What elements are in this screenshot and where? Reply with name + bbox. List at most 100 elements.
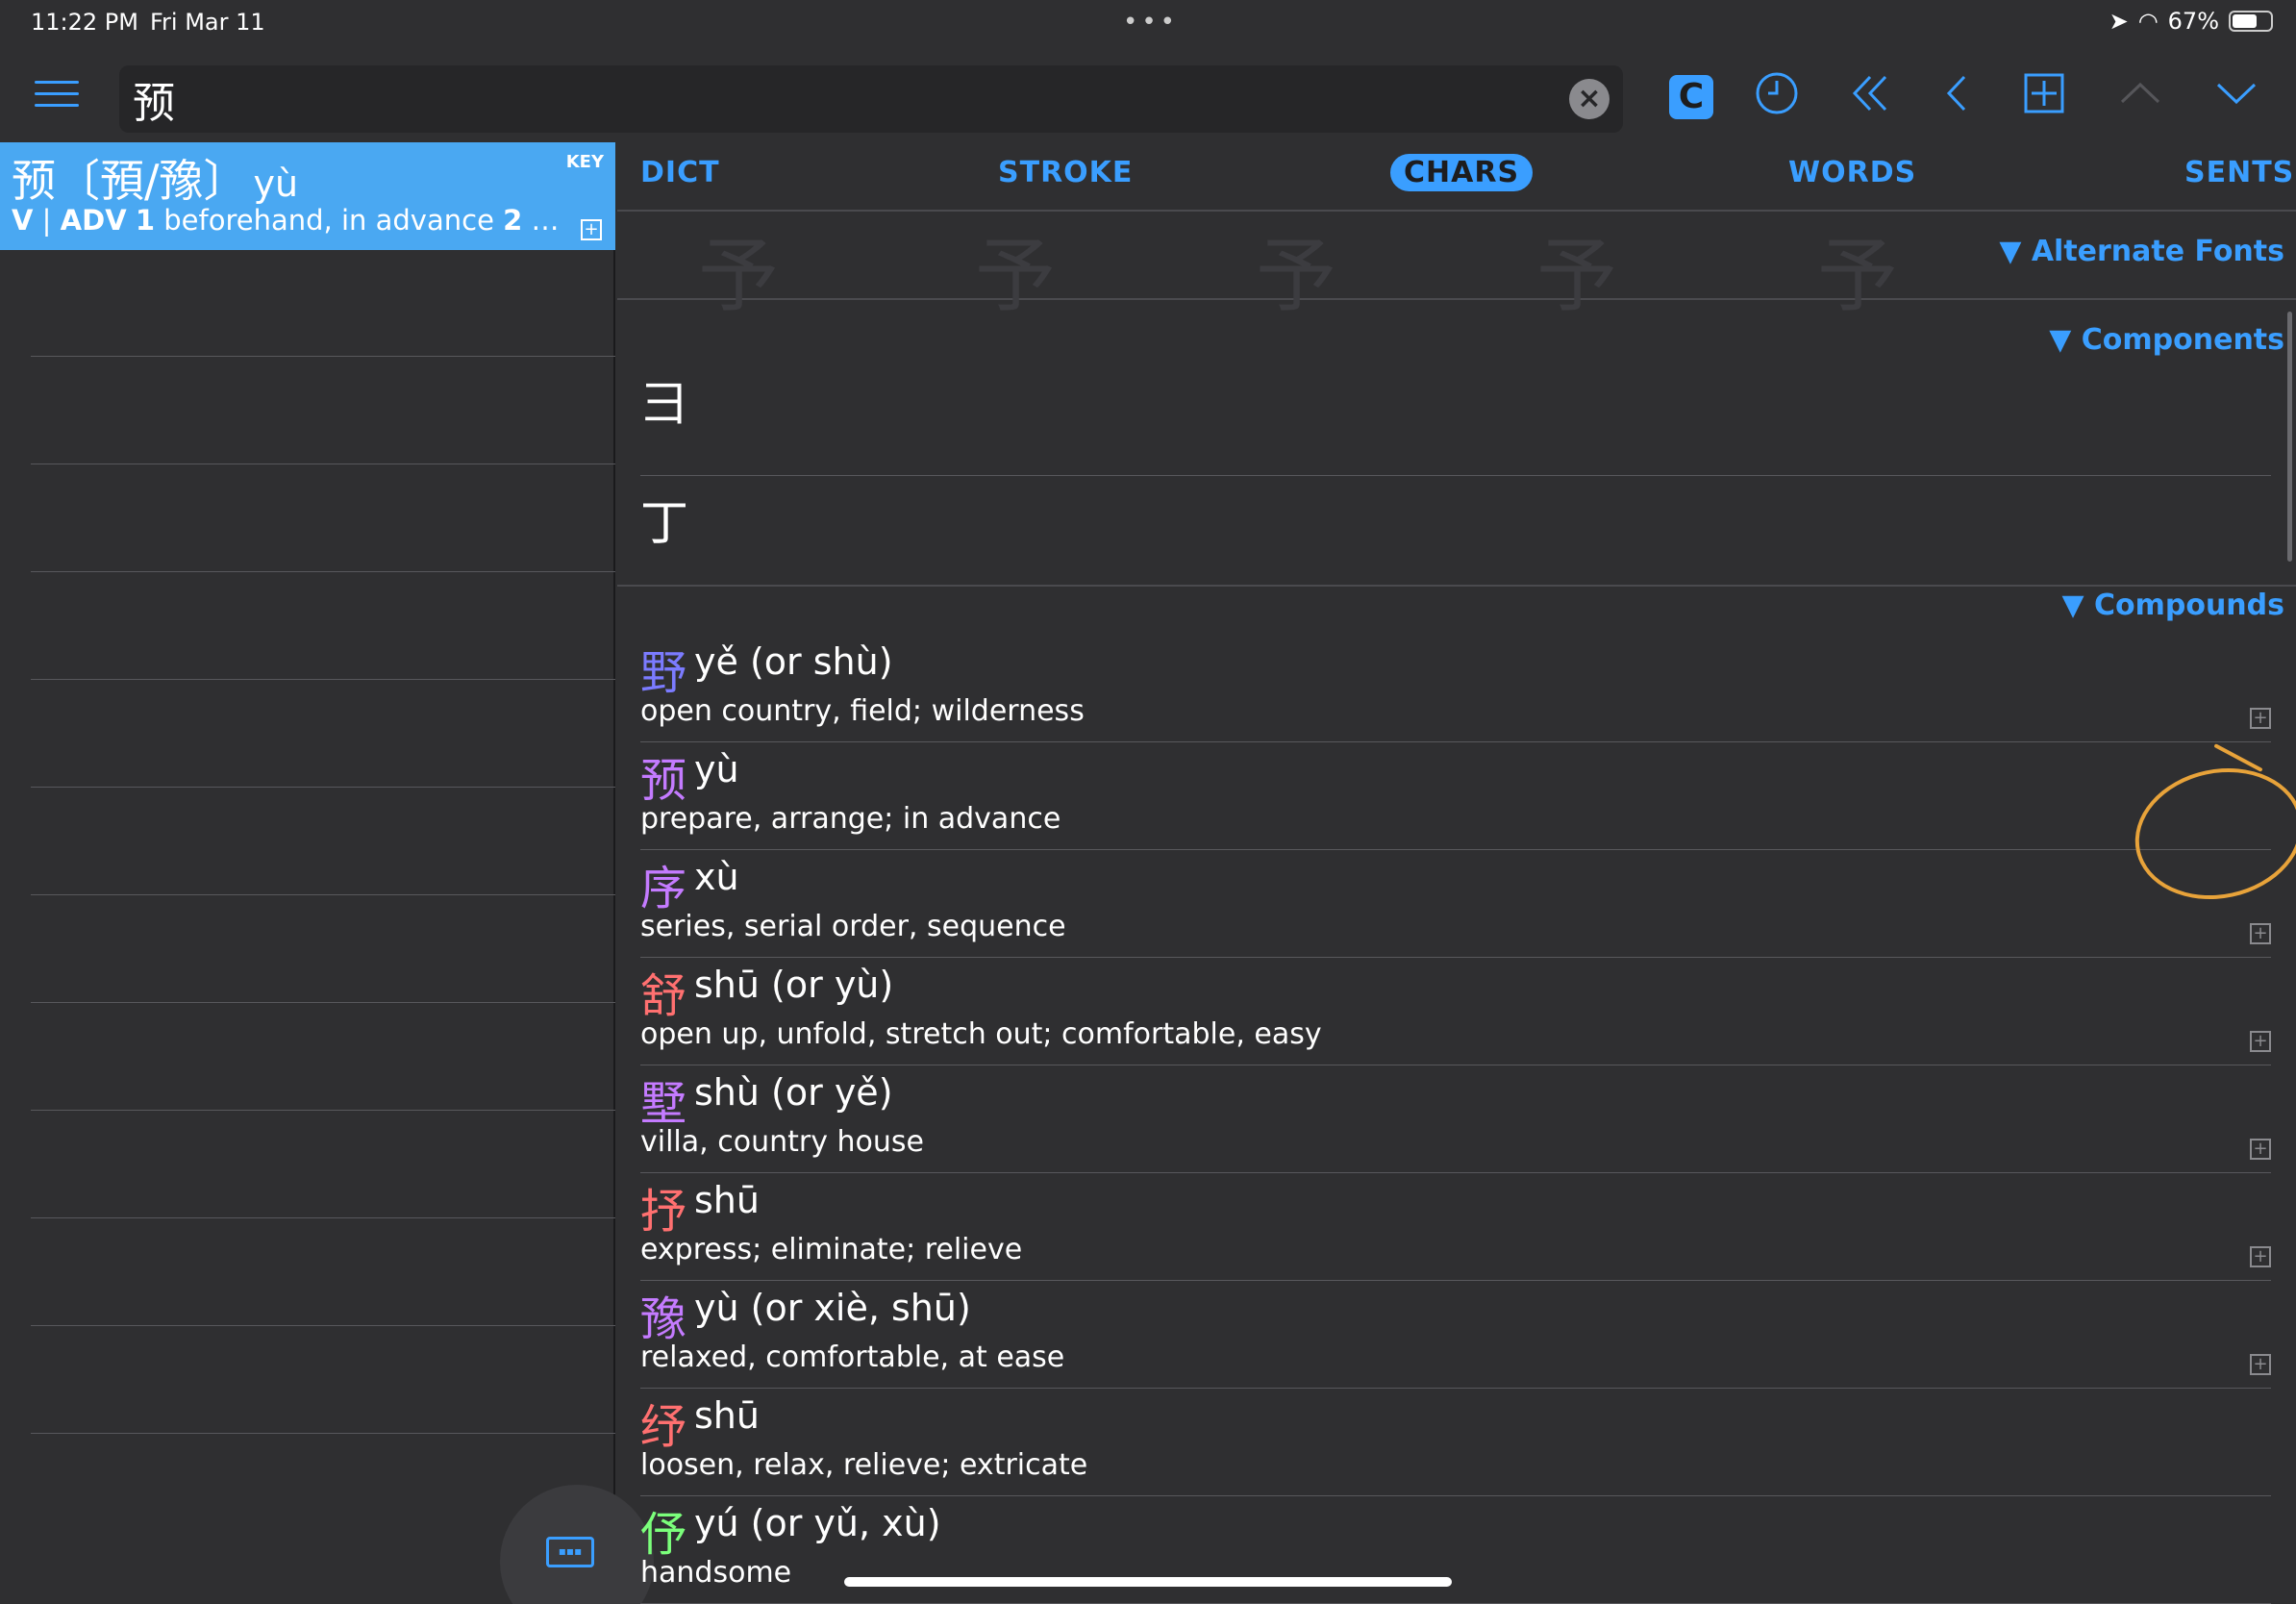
entry-pinyin: yù xyxy=(253,163,299,205)
entry-add-icon[interactable]: + xyxy=(581,219,602,240)
compound-pinyin: yù xyxy=(694,748,739,790)
compound-pinyin: shū xyxy=(694,1394,760,1437)
clipboard-c-button[interactable]: C xyxy=(1669,75,1713,119)
entry-def2: part… xyxy=(531,204,560,237)
wifi-icon: ◠ xyxy=(2137,8,2159,35)
tab-stroke[interactable]: STROKE xyxy=(998,156,1133,189)
compound-pinyin: yě (or shù) xyxy=(694,640,893,683)
empty-row-divider xyxy=(31,1110,615,1111)
add-flashcard-icon[interactable] xyxy=(2017,71,2071,125)
compound-definition: relaxed, comfortable, at ease xyxy=(640,1341,1065,1374)
compound-add-icon[interactable]: + xyxy=(2250,1246,2271,1267)
tab-bar: DICT STROKE CHARS WORDS SENTS xyxy=(617,142,2296,212)
menu-icon[interactable] xyxy=(35,81,79,115)
components-section: ▼ Components ⺕ 丁 xyxy=(617,302,2296,587)
compound-hanzi: 纾 xyxy=(640,1400,687,1454)
compound-item[interactable]: 伃 yú (or yǔ, xù) handsome xyxy=(640,1496,2271,1604)
empty-row-divider xyxy=(31,1325,615,1326)
compound-definition: handsome xyxy=(640,1556,792,1590)
compound-item[interactable]: 豫 yù (or xiè, shū) relaxed, comfortable,… xyxy=(640,1281,2271,1389)
compound-hanzi: 墅 xyxy=(640,1077,687,1131)
status-time: 11:22 PM xyxy=(31,9,138,36)
empty-row-divider xyxy=(31,787,615,788)
compound-pinyin: shù (or yě) xyxy=(694,1071,893,1114)
component-item[interactable]: ⺕ xyxy=(640,365,688,435)
compound-add-icon[interactable]: + xyxy=(2250,1354,2271,1375)
compound-pinyin: yú (or yǔ, xù) xyxy=(694,1502,941,1544)
entry-pos2: ADV xyxy=(60,204,127,237)
compounds-toggle[interactable]: ▼ Compounds xyxy=(2061,589,2284,622)
status-date: Fri Mar 11 xyxy=(150,9,265,36)
scrollbar[interactable] xyxy=(2287,312,2292,562)
empty-row-divider xyxy=(31,894,615,895)
status-right: ➤ ◠ 67% xyxy=(2109,8,2273,35)
empty-row-divider xyxy=(31,356,615,357)
compound-add-icon[interactable]: + xyxy=(2250,708,2271,729)
compound-item[interactable]: 野 yě (or shù) open country, field; wilde… xyxy=(640,635,2271,742)
compound-pinyin: shū (or yù) xyxy=(694,964,894,1006)
compound-hanzi: 抒 xyxy=(640,1185,687,1239)
clock-icon xyxy=(1756,72,1798,114)
compound-item[interactable]: 纾 shū loosen, relax, relieve; extricate xyxy=(640,1389,2271,1496)
chevron-down-icon[interactable] xyxy=(2209,71,2263,125)
chevron-up-icon[interactable] xyxy=(2113,71,2167,125)
compound-definition: express; eliminate; relieve xyxy=(640,1233,1023,1266)
compound-item[interactable]: 抒 shū express; eliminate; relieve + xyxy=(640,1173,2271,1281)
empty-row-divider xyxy=(31,571,615,572)
history-clock-icon[interactable] xyxy=(1750,71,1804,125)
compound-definition: prepare, arrange; in advance xyxy=(640,802,1061,836)
entry-key-badge: KEY xyxy=(565,152,604,172)
compound-pinyin: xù xyxy=(694,856,739,898)
entry-definition: V | ADV 1 beforehand, in advance 2 part… xyxy=(12,204,560,237)
toolbar: × C xyxy=(0,58,2296,140)
empty-row-divider xyxy=(31,679,615,680)
tab-dict[interactable]: DICT xyxy=(640,156,720,189)
location-icon: ➤ xyxy=(2109,8,2129,35)
compounds-section: ▼ Compounds 野 yě (or shù) open country, … xyxy=(617,589,2296,1604)
empty-row-divider xyxy=(31,1002,615,1003)
double-chevron-left-icon[interactable] xyxy=(1844,71,1898,125)
detail-pane: DICT STROKE CHARS WORDS SENTS 予 予 予 予 予 … xyxy=(617,142,2296,1604)
compound-hanzi: 豫 xyxy=(640,1292,687,1346)
alternate-fonts-toggle[interactable]: ▼ Alternate Fonts xyxy=(1999,235,2284,268)
compound-definition: loosen, relax, relieve; extricate xyxy=(640,1448,1088,1482)
tab-sents[interactable]: SENTS xyxy=(2184,156,2294,189)
chevron-left-icon[interactable] xyxy=(1931,71,1984,125)
compound-item[interactable]: 墅 shù (or yě) villa, country house + xyxy=(640,1065,2271,1173)
compound-item[interactable]: 预 yù prepare, arrange; in advance xyxy=(640,742,2271,850)
search-box[interactable]: × xyxy=(119,65,1623,133)
entry-def1: beforehand, in advance xyxy=(163,204,494,237)
compound-hanzi: 伃 xyxy=(640,1508,687,1562)
multitasking-dots-icon[interactable]: ••• xyxy=(1123,8,1179,37)
compound-hanzi: 野 xyxy=(640,646,687,700)
compound-add-icon[interactable]: + xyxy=(2250,1031,2271,1052)
compound-definition: open up, unfold, stretch out; comfortabl… xyxy=(640,1017,1322,1051)
compound-add-icon[interactable]: + xyxy=(2250,1139,2271,1160)
compound-item[interactable]: 序 xù series, serial order, sequence + xyxy=(640,850,2271,958)
component-item[interactable]: 丁 xyxy=(640,485,688,554)
compound-hanzi: 序 xyxy=(640,862,687,915)
components-toggle[interactable]: ▼ Components xyxy=(2049,323,2284,357)
entry-num2: 2 xyxy=(503,204,523,237)
search-input[interactable] xyxy=(133,73,1556,125)
home-indicator[interactable] xyxy=(844,1577,1452,1587)
compound-definition: villa, country house xyxy=(640,1125,924,1159)
entry-hanzi: 预〔預/豫〕 xyxy=(12,155,248,207)
tab-chars[interactable]: CHARS xyxy=(1390,154,1534,191)
empty-row-divider xyxy=(31,1217,615,1218)
compound-definition: series, serial order, sequence xyxy=(640,910,1066,943)
result-entry-selected[interactable]: 预〔預/豫〕 yù KEY V | ADV 1 beforehand, in ad… xyxy=(0,142,615,250)
compound-item[interactable]: 舒 shū (or yù) open up, unfold, stretch o… xyxy=(640,958,2271,1065)
empty-row-divider xyxy=(31,1433,615,1434)
tab-words[interactable]: WORDS xyxy=(1788,156,1916,189)
compound-pinyin: yù (or xiè, shū) xyxy=(694,1287,971,1329)
clear-search-icon[interactable]: × xyxy=(1569,79,1610,119)
compound-definition: open country, field; wilderness xyxy=(640,694,1085,728)
component-divider xyxy=(640,475,2271,476)
compound-add-icon[interactable]: + xyxy=(2250,923,2271,944)
battery-icon xyxy=(2229,11,2273,32)
status-bar: 11:22 PM Fri Mar 11 ••• ➤ ◠ 67% xyxy=(0,0,2296,48)
battery-fill xyxy=(2233,14,2258,28)
compound-hanzi: 预 xyxy=(640,754,687,808)
keyboard-icon: ▪▪▪ xyxy=(546,1537,594,1567)
